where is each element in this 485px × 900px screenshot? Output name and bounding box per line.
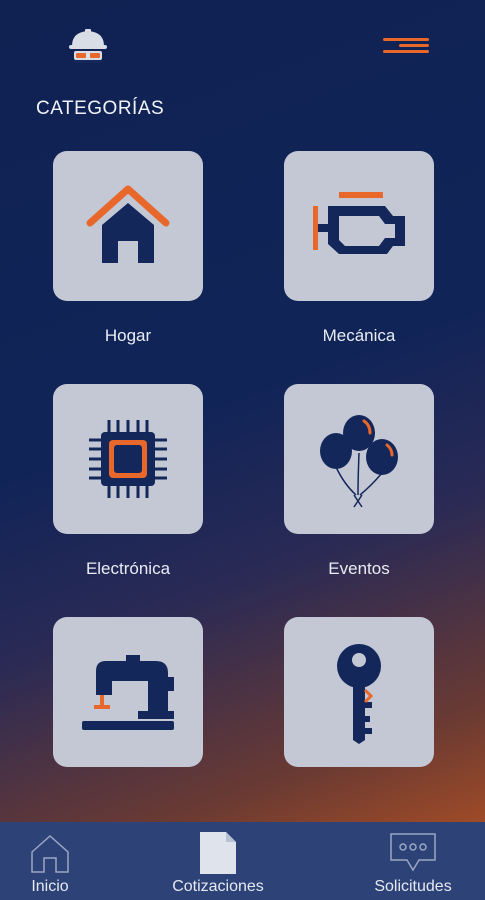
document-icon	[200, 832, 236, 874]
category-label: Electrónica	[85, 559, 171, 578]
nav-item-cotizaciones[interactable]: Cotizaciones	[150, 822, 286, 900]
chip-icon	[89, 420, 167, 498]
nav-label-cotizaciones: Cotizaciones	[172, 878, 264, 895]
key-icon	[337, 644, 381, 744]
home-outline-icon	[31, 834, 69, 873]
category-label: Eventos	[328, 559, 390, 578]
nav-item-solicitudes[interactable]: Solicitudes	[360, 822, 466, 900]
nav-label-inicio: Inicio	[31, 878, 69, 895]
nav-item-inicio[interactable]: Inicio	[0, 822, 100, 900]
category-card-sewing[interactable]	[53, 617, 203, 767]
engine-icon	[313, 192, 405, 254]
nav-label-solicitudes: Solicitudes	[374, 878, 452, 895]
balloons-icon	[320, 415, 398, 508]
category-label: Mecánica	[322, 326, 396, 345]
bottom-navigation: Inicio Cotizaciones Solicitudes	[0, 822, 485, 900]
category-label: Hogar	[104, 326, 152, 345]
category-card-key[interactable]	[284, 617, 434, 767]
categories-grid: Hogar Mecánica Electrónica Eventos	[0, 0, 485, 820]
category-card-mecanica[interactable]	[284, 151, 434, 301]
sewing-machine-icon	[82, 655, 174, 730]
category-card-hogar[interactable]	[53, 151, 203, 301]
category-card-eventos[interactable]	[284, 384, 434, 534]
category-card-electronica[interactable]	[53, 384, 203, 534]
house-icon	[86, 185, 170, 263]
chat-bubble-icon	[390, 833, 436, 872]
